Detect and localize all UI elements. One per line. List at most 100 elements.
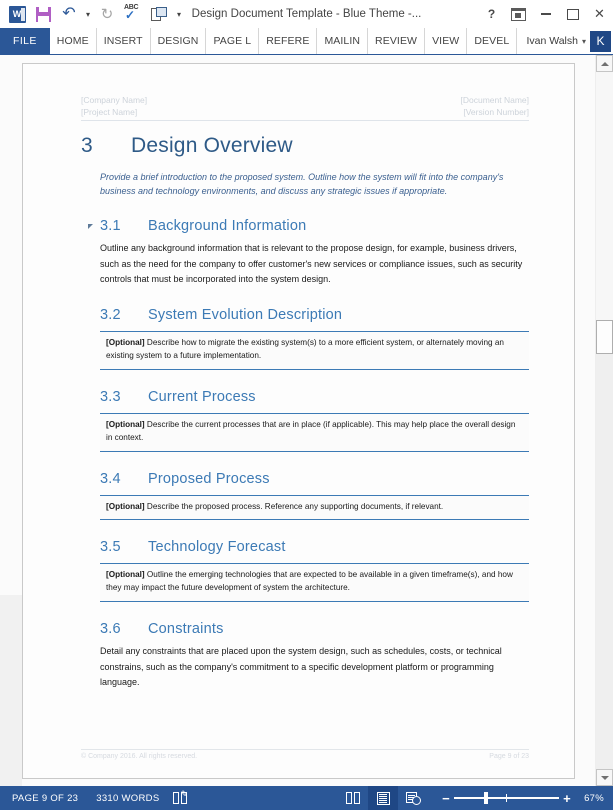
optional-box-3-2[interactable]: [Optional] Describe how to migrate the e… xyxy=(100,330,529,370)
heading-3-4-number: 3.4 xyxy=(100,470,121,487)
zoom-slider[interactable] xyxy=(454,791,560,805)
minimize-button[interactable] xyxy=(532,1,559,27)
close-button[interactable]: ✕ xyxy=(586,1,613,27)
header-document-name: [Document Name] xyxy=(460,95,530,105)
heading-3-5-title: Technology Forecast xyxy=(148,539,286,556)
vertical-scrollbar[interactable] xyxy=(595,55,613,786)
web-layout-view-button[interactable] xyxy=(398,786,428,810)
zoom-slider-midpoint-tick xyxy=(506,794,508,802)
maximize-button[interactable] xyxy=(559,1,586,27)
print-layout-view-button[interactable] xyxy=(368,786,399,810)
heading-3-1-title: Background Information xyxy=(148,218,307,235)
help-button[interactable]: ? xyxy=(478,1,505,27)
heading-3-2-number: 3.2 xyxy=(100,306,121,323)
optional-text-3-3: Describe the current processes that are … xyxy=(106,419,516,442)
word-logo-icon[interactable] xyxy=(4,2,30,26)
tab-mailings[interactable]: MAILIN xyxy=(317,28,369,54)
heading-3-6[interactable]: 3.6 Constraints xyxy=(100,621,529,637)
redo-icon[interactable]: ↻ xyxy=(94,2,120,26)
footer-copyright: © Company 2016. All rights reserved. xyxy=(81,753,198,760)
zoom-level-label[interactable]: 67% xyxy=(575,793,613,804)
heading-3-5-number: 3.5 xyxy=(100,539,121,556)
user-name-label[interactable]: Ivan Walsh xyxy=(526,35,578,47)
optional-text-3-2: Describe how to migrate the existing sys… xyxy=(106,337,504,360)
optional-box-3-4[interactable]: [Optional] Describe the proposed process… xyxy=(100,494,529,521)
page-content: [Company Name] [Project Name] [Document … xyxy=(81,94,529,691)
heading-3-6-title: Constraints xyxy=(148,621,224,638)
tab-view[interactable]: VIEW xyxy=(425,28,468,54)
document-page[interactable]: [Company Name] [Project Name] [Document … xyxy=(22,63,575,779)
document-canvas[interactable]: [Company Name] [Project Name] [Document … xyxy=(0,55,596,786)
ribbon-display-options-button[interactable] xyxy=(505,1,532,27)
title-bar: ↶ ▾ ↻ ABC✓ ▾ Design Document Template - … xyxy=(0,0,613,28)
heading-3-3[interactable]: 3.3 Current Process xyxy=(100,389,529,405)
globe-page-icon xyxy=(406,792,422,805)
ribbon-tab-strip: FILE HOME INSERT DESIGN PAGE L REFERE MA… xyxy=(0,28,613,55)
heading-1-title: Design Overview xyxy=(131,133,293,157)
collapse-triangle-icon[interactable] xyxy=(88,224,93,230)
zoom-slider-thumb[interactable] xyxy=(484,792,489,804)
header-version-number: [Version Number] xyxy=(463,107,529,118)
optional-text-3-4: Describe the proposed process. Reference… xyxy=(144,501,444,511)
customize-qat-caret-icon[interactable]: ▾ xyxy=(172,2,186,26)
zoom-out-button[interactable]: − xyxy=(438,791,454,806)
tab-file[interactable]: FILE xyxy=(0,28,50,54)
tab-insert[interactable]: INSERT xyxy=(97,28,151,54)
optional-box-3-5[interactable]: [Optional] Outline the emerging technolo… xyxy=(100,563,529,603)
scrollbar-thumb[interactable] xyxy=(596,320,613,354)
subsection-3-2: 3.2 System Evolution Description xyxy=(100,307,529,323)
avatar[interactable]: K xyxy=(590,30,611,52)
tab-design[interactable]: DESIGN xyxy=(151,28,207,54)
body-3-1[interactable]: Outline any background information that … xyxy=(100,241,529,287)
heading-3-2[interactable]: 3.2 System Evolution Description xyxy=(100,307,529,323)
quick-access-toolbar: ↶ ▾ ↻ ABC✓ ▾ xyxy=(0,2,186,26)
heading-3-1[interactable]: 3.1 Background Information xyxy=(100,218,529,234)
heading-1[interactable]: 3 Design Overview xyxy=(81,134,529,158)
document-work-area: [Company Name] [Project Name] [Document … xyxy=(0,55,613,786)
optional-text-3-5: Outline the emerging technologies that a… xyxy=(106,570,513,593)
page-gutter-shade xyxy=(0,595,22,786)
heading-3-4[interactable]: 3.4 Proposed Process xyxy=(100,471,529,487)
undo-dropdown-caret-icon[interactable]: ▾ xyxy=(82,2,94,26)
heading-1-number: 3 xyxy=(81,133,93,157)
triangle-up-icon xyxy=(600,61,609,66)
optional-tag-3-4: [Optional] xyxy=(106,501,145,511)
heading-3-3-number: 3.3 xyxy=(100,388,121,405)
undo-icon[interactable]: ↶ xyxy=(56,2,82,26)
page-indicator[interactable]: PAGE 9 OF 23 xyxy=(0,793,78,804)
read-mode-view-button[interactable] xyxy=(338,786,368,810)
tab-developer[interactable]: DEVEL xyxy=(467,28,518,54)
footer-page-number: Page 9 of 23 xyxy=(489,753,529,760)
proofing-errors-icon[interactable]: ✎ xyxy=(173,790,188,804)
scroll-down-button[interactable] xyxy=(596,769,613,786)
tab-references[interactable]: REFERE xyxy=(259,28,318,54)
body-3-6[interactable]: Detail any constraints that are placed u… xyxy=(100,644,529,690)
zoom-in-button[interactable]: + xyxy=(559,791,575,806)
document-header[interactable]: [Company Name] [Project Name] [Document … xyxy=(81,94,529,121)
optional-box-3-3[interactable]: [Optional] Describe the current processe… xyxy=(100,412,529,452)
document-footer[interactable]: © Company 2016. All rights reserved. Pag… xyxy=(81,749,529,760)
section-lead-text[interactable]: Provide a brief introduction to the prop… xyxy=(100,170,517,200)
optional-tag-3-3: [Optional] xyxy=(106,419,145,429)
account-area: Ivan Walsh ▾ K xyxy=(526,28,613,54)
tab-review[interactable]: REVIEW xyxy=(368,28,426,54)
optional-tag-3-2: [Optional] xyxy=(106,337,145,347)
scroll-up-button[interactable] xyxy=(596,55,613,72)
tab-home[interactable]: HOME xyxy=(50,28,97,54)
word-count[interactable]: 3310 WORDS xyxy=(78,793,159,804)
header-project-name: [Project Name] xyxy=(81,107,138,118)
spelling-check-icon[interactable]: ABC ✓ xyxy=(120,2,146,26)
word-application-window: ↶ ▾ ↻ ABC✓ ▾ Design Document Template - … xyxy=(0,0,613,810)
save-icon[interactable] xyxy=(30,2,56,26)
scrollbar-track-lower[interactable] xyxy=(596,354,613,769)
chevron-down-icon[interactable]: ▾ xyxy=(582,37,586,46)
heading-3-5[interactable]: 3.5 Technology Forecast xyxy=(100,539,529,555)
header-rule xyxy=(81,119,529,121)
tab-page-layout[interactable]: PAGE L xyxy=(206,28,260,54)
zoom-control: − + 67% xyxy=(428,791,613,806)
subsection-3-6: 3.6 Constraints xyxy=(100,621,529,637)
subsection-3-3: 3.3 Current Process xyxy=(100,389,529,405)
touch-mouse-mode-icon[interactable] xyxy=(146,2,172,26)
page-lines-icon xyxy=(376,791,390,805)
heading-3-1-number: 3.1 xyxy=(100,218,121,235)
